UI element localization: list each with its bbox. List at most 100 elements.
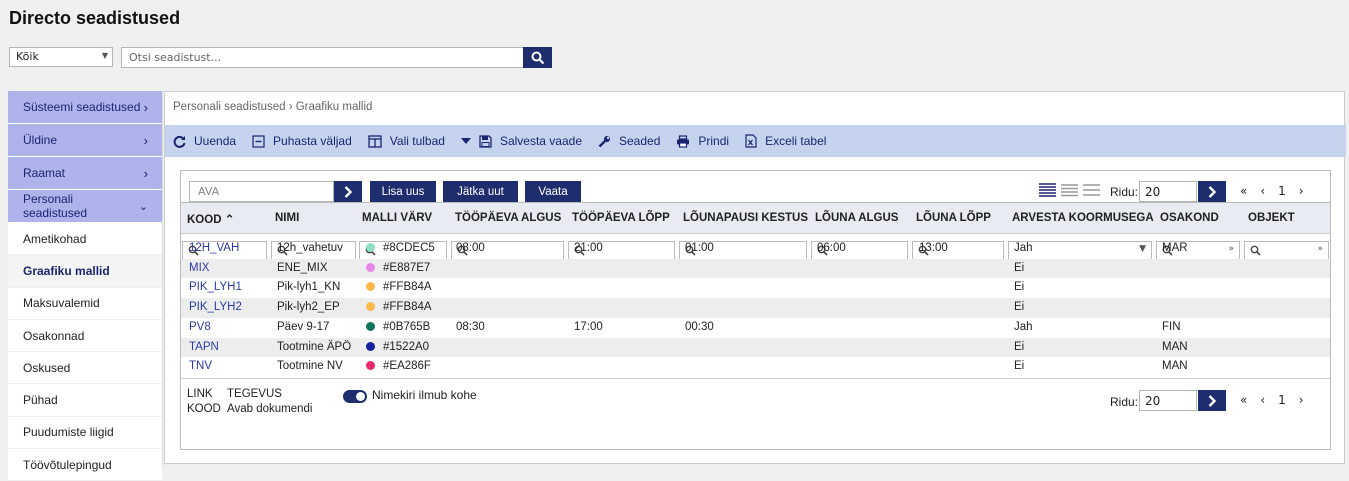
search-icon [531, 51, 544, 64]
select-columns-button[interactable]: Vali tulbad [368, 134, 445, 148]
table-row[interactable]: PIK_LYH1 Pik-lyh1_KN #FFB84A Ei [181, 278, 1330, 298]
sidebar-subitem-positions[interactable]: Ametikohad [8, 223, 162, 256]
chevron-right-icon [344, 185, 352, 198]
print-button[interactable]: Prindi [676, 134, 729, 148]
settings-button[interactable]: Seaded [598, 134, 660, 148]
chevron-down-icon: ⌄ [138, 200, 148, 213]
cell-osakond: MAR [1162, 242, 1188, 254]
cell-kood[interactable]: 12H_VAH [189, 242, 239, 254]
sidebar-item-system[interactable]: Süsteemi seadistused › [8, 91, 162, 124]
sidebar-subitem-departments[interactable]: Osakonnad [8, 319, 162, 353]
breadcrumb: Personali seadistused › Graafiku mallid [173, 101, 373, 113]
cell-kood[interactable]: PV8 [189, 321, 211, 333]
continue-new-button[interactable]: Jätka uut [443, 181, 518, 202]
table-row[interactable]: PIK_LYH2 Pik-lyh2_EP #FFB84A Ei [181, 298, 1330, 318]
settings-search-input[interactable]: Otsi seadistust... [121, 47, 524, 68]
cell-kood[interactable]: TNV [189, 360, 212, 372]
table-row[interactable]: MIX ENE_MIX #E887E7 Ei [181, 258, 1330, 279]
quick-open-go-button[interactable] [334, 181, 362, 202]
color-swatch [366, 243, 375, 252]
quick-open-input[interactable]: AVA [189, 181, 334, 202]
cell-kood[interactable]: MIX [189, 262, 209, 274]
cell-kood[interactable]: PIK_LYH2 [189, 301, 242, 313]
col-kood[interactable]: KOOD ⌃ [187, 212, 234, 226]
sidebar-subitem-tax-formulas[interactable]: Maksuvalemid [8, 287, 162, 320]
sidebar-subitem-schedule-templates[interactable]: Graafiku mallid [8, 255, 162, 288]
density-normal-icon[interactable] [1061, 183, 1078, 197]
first-page-icon[interactable]: « [1240, 184, 1247, 198]
table-row[interactable]: PV8 Päev 9-17 #0B765B 08:30 17:00 00:30 Jah FIN [181, 318, 1330, 338]
save-icon [479, 134, 492, 148]
save-view-button[interactable]: Salvesta vaade [460, 134, 582, 148]
table-row[interactable]: TNV Tootmine NV #EA286F Ei MAN [181, 357, 1330, 377]
instant-list-toggle[interactable] [343, 390, 367, 403]
footer-divider [181, 378, 1330, 379]
toolbar: Uuenda Puhasta väljad Vali tulbad Salves… [165, 125, 1346, 157]
density-wide-icon[interactable] [1083, 183, 1100, 197]
cell-nimi: Päev 9-17 [277, 320, 330, 333]
page-number: 1 [1278, 184, 1286, 198]
col-objekt[interactable]: OBJEKT [1248, 212, 1295, 224]
chevron-right-icon: › [143, 165, 148, 181]
cell-varv: #8CDEC5 [366, 242, 435, 254]
col-nimi[interactable]: NIMI [275, 212, 299, 224]
cell-kood[interactable]: TAPN [189, 341, 219, 353]
category-select[interactable]: Kõik ▼ [9, 47, 113, 67]
color-swatch [366, 321, 375, 331]
add-new-button[interactable]: Lisa uus [370, 181, 436, 202]
table-header: KOOD ⌃ NIMI MALLI VÄRV TÖÖPÄEVA ALGUS TÖ… [181, 202, 1330, 234]
rows-label-bottom: Ridu: [1110, 395, 1139, 409]
col-toopaeva-lopp[interactable]: TÖÖPÄEVA LÕPP [572, 212, 670, 224]
sidebar-item-ledger[interactable]: Raamat › [8, 157, 162, 190]
rows-label: Ridu: [1110, 185, 1139, 199]
cell-koormus: Ei [1014, 281, 1025, 294]
search-button[interactable] [523, 47, 552, 68]
sidebar-subitem-absence-types[interactable]: Puudumiste liigid [8, 416, 162, 450]
sidebar-subitem-contracts[interactable]: Töövõtulepingud [8, 449, 162, 481]
cell-osakond: MAN [1162, 360, 1188, 373]
cell-kood[interactable]: PIK_LYH1 [189, 281, 242, 293]
col-lounapausi-kestus[interactable]: LÕUNAPAUSI KESTUS [683, 212, 808, 224]
cell-kestus: 01:00 [685, 242, 714, 254]
color-swatch [366, 282, 375, 292]
refresh-button[interactable]: Uuenda [173, 134, 236, 148]
prev-page-icon[interactable]: ‹ [1260, 393, 1265, 407]
col-louna-algus[interactable]: LÕUNA ALGUS [815, 212, 898, 224]
col-malli-varv[interactable]: MALLI VÄRV [362, 212, 432, 224]
table-row[interactable]: TAPN Tootmine ÄPÖ #1522A0 Ei MAN [181, 337, 1330, 358]
data-grid: AVA Lisa uus Jätka uut Vaata Ridu: 20 « … [180, 170, 1331, 450]
rows-per-page-input-bottom[interactable]: 20 [1139, 390, 1197, 411]
col-arvesta-koormusega[interactable]: ARVESTA KOORMUSEGA [1012, 212, 1154, 224]
table-row[interactable]: 12H_VAH 12h_vahetuv #8CDEC5 08:00 21:00 01:00… [181, 239, 1330, 259]
main-panel: Personali seadistused › Graafiku mallid … [164, 91, 1346, 464]
cell-kestus: 00:30 [685, 320, 714, 333]
rows-apply-button-bottom[interactable] [1198, 390, 1226, 411]
cell-koormus: Jah [1014, 320, 1033, 333]
prev-page-icon[interactable]: ‹ [1260, 184, 1265, 198]
col-louna-lopp[interactable]: LÕUNA LÕPP [916, 212, 991, 224]
color-swatch [366, 302, 375, 312]
category-select-value: Kõik [16, 50, 39, 63]
density-compact-icon[interactable] [1039, 183, 1056, 197]
cell-nimi: Pik-lyh1_KN [277, 281, 341, 294]
col-toopaeva-algus[interactable]: TÖÖPÄEVA ALGUS [455, 212, 561, 224]
cell-varv: #1522A0 [366, 341, 429, 353]
sidebar-item-personnel[interactable]: Personali seadistused ⌄ [8, 190, 162, 223]
cell-nimi: Pik-lyh2_EP [277, 301, 340, 314]
next-page-icon[interactable]: › [1299, 184, 1304, 198]
clear-fields-button[interactable]: Puhasta väljad [252, 134, 352, 148]
cell-koormus: Ei [1014, 301, 1025, 314]
chevron-right-icon: › [143, 99, 148, 115]
excel-export-button[interactable]: Exceli tabel [745, 134, 826, 148]
sidebar-subitem-holidays[interactable]: Pühad [8, 384, 162, 417]
sidebar-item-general[interactable]: Üldine › [8, 124, 162, 157]
col-osakond[interactable]: OSAKOND [1160, 212, 1219, 224]
next-page-icon[interactable]: › [1299, 393, 1304, 407]
sidebar-subitem-skills[interactable]: Oskused [8, 352, 162, 385]
color-swatch [366, 361, 375, 371]
chevron-right-icon: › [143, 132, 148, 148]
rows-per-page-input[interactable]: 20 [1139, 181, 1197, 202]
first-page-icon[interactable]: « [1240, 393, 1247, 407]
view-button[interactable]: Vaata [525, 181, 581, 202]
rows-apply-button[interactable] [1198, 181, 1226, 202]
